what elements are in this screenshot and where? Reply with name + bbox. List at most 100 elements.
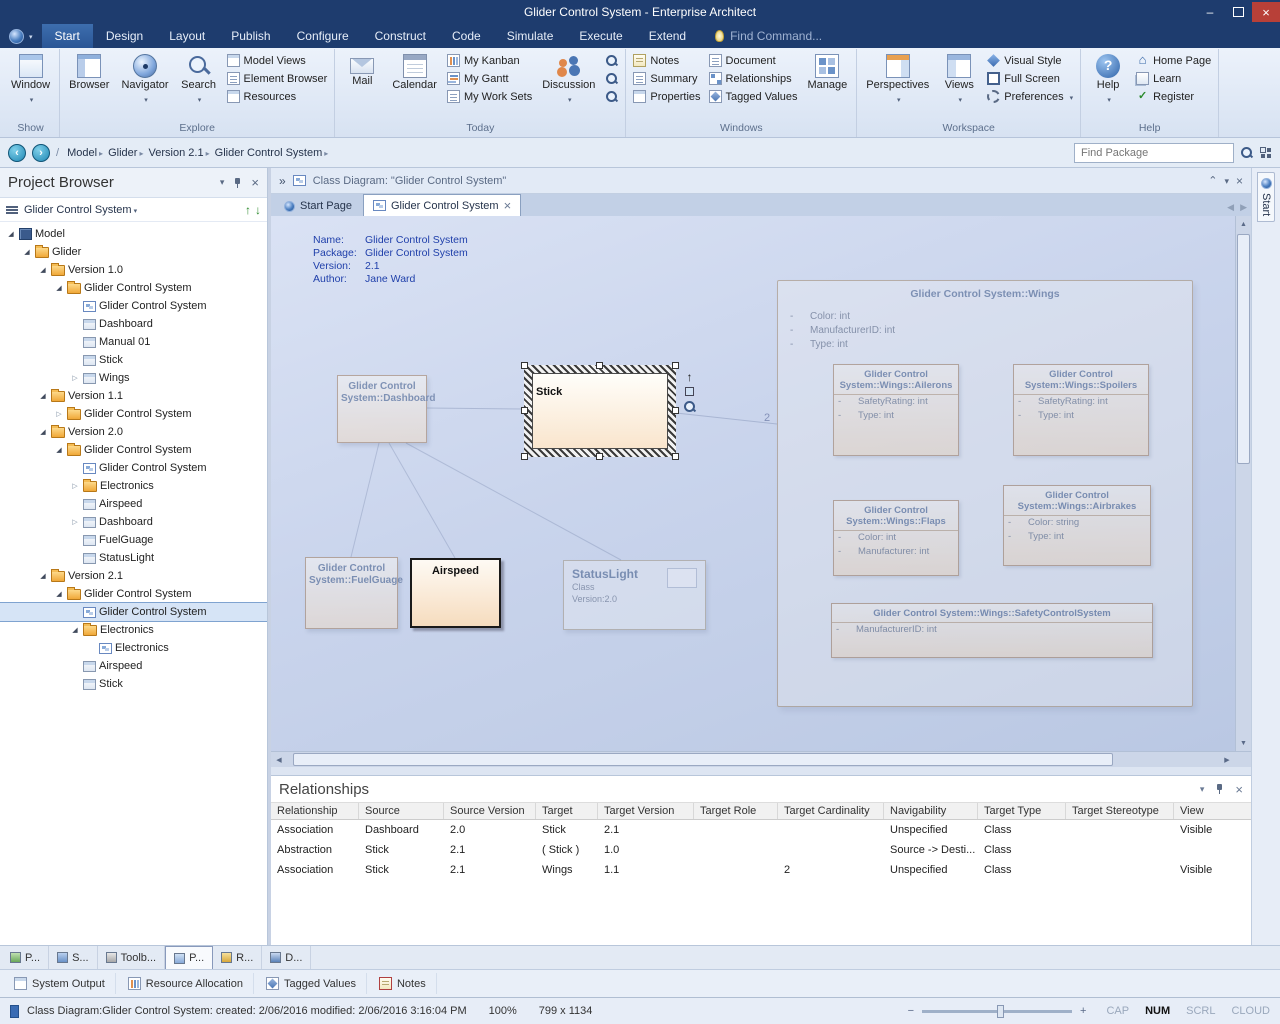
calendar-button[interactable]: Calendar [387,49,442,122]
document-button[interactable]: Document [706,53,801,68]
ea-logo-button[interactable] [0,24,42,48]
tree-expander[interactable] [70,518,80,526]
column-header[interactable]: View [1174,803,1251,819]
pin-icon[interactable] [232,177,243,189]
find-command[interactable]: Find Command... [715,24,822,48]
summary-button[interactable]: Summary [630,71,703,86]
find-package-input[interactable] [1074,143,1234,163]
resize-handle[interactable] [672,362,679,369]
tree-item-selected[interactable]: Glider Control System [0,603,267,621]
close-icon[interactable] [251,175,259,190]
ribbon-tab-extend[interactable]: Extend [636,24,699,48]
toggle-cap[interactable]: CAP [1106,1005,1129,1017]
window-button[interactable]: Window [6,49,55,122]
register-button[interactable]: Register [1133,89,1214,104]
tree-item[interactable]: Electronics [0,639,267,657]
resize-handle[interactable] [672,407,679,414]
element-properties-icon[interactable] [685,387,694,396]
tree-expander[interactable] [70,374,80,382]
dock-tab-active[interactable]: P... [165,946,213,969]
column-header[interactable]: Source Version [444,803,536,819]
class-dashboard[interactable]: Glider Control System::Dashboard [337,375,427,443]
tree-expander[interactable] [54,446,64,454]
column-header[interactable]: Target Role [694,803,778,819]
tree-item[interactable]: StatusLight [0,549,267,567]
breadcrumb-item-model[interactable]: Model [65,147,99,159]
zoom-out-icon[interactable] [904,1005,918,1017]
tree-expander[interactable] [38,392,48,400]
quicklinker-up-icon[interactable] [687,371,693,383]
ribbon-tab-publish[interactable]: Publish [218,24,283,48]
close-icon[interactable] [1236,174,1243,188]
tree-item[interactable]: Glider Control System [0,279,267,297]
chevron-down-icon[interactable] [1200,784,1205,795]
preferences-button[interactable]: Preferences [984,89,1076,104]
panel-splitter[interactable] [271,767,1251,775]
tree-item[interactable]: Version 2.1 [0,567,267,585]
ribbon-tab-execute[interactable]: Execute [566,24,635,48]
resize-handle[interactable] [596,453,603,460]
horizontal-scrollbar[interactable] [271,751,1251,767]
tree-item[interactable]: Stick [0,675,267,693]
collapse-icon[interactable] [1208,174,1217,187]
dock-tab[interactable]: D... [262,946,311,969]
tree-item[interactable]: FuelGuage [0,531,267,549]
minimize-button[interactable] [1196,2,1224,22]
toggle-num[interactable]: NUM [1145,1005,1170,1017]
tree-item[interactable]: Version 1.1 [0,387,267,405]
class-fuelguage[interactable]: Glider Control System::FuelGuage [305,557,398,629]
close-icon[interactable] [504,198,512,213]
class-flaps[interactable]: Glider Control System::Wings::Flaps Colo… [833,500,959,576]
notes-button[interactable]: Notes [630,53,703,68]
ribbon-tab-design[interactable]: Design [93,24,156,48]
tree-expander[interactable] [38,266,48,274]
object-statuslight[interactable]: StatusLight Class Version:2.0 [563,560,706,630]
tree-item[interactable]: Stick [0,351,267,369]
tab-glider-control-system[interactable]: Glider Control System [363,194,521,216]
scroll-up-icon[interactable] [1236,216,1252,232]
class-airspeed[interactable]: Airspeed [410,558,501,628]
scrollbar-thumb[interactable] [1237,234,1250,464]
home-page-button[interactable]: Home Page [1133,53,1214,68]
breadcrumb-item-gcs[interactable]: Glider Control System [213,147,325,159]
move-up-icon[interactable]: ↑ [245,203,251,217]
discussion-button[interactable]: Discussion [537,49,600,122]
tree-expander[interactable] [22,248,32,256]
tree-item[interactable]: Version 2.0 [0,423,267,441]
tree-expander[interactable] [54,590,64,598]
resize-handle[interactable] [596,362,603,369]
ribbon-tab-simulate[interactable]: Simulate [494,24,567,48]
ribbon-tab-code[interactable]: Code [439,24,494,48]
tab-scroll-left-icon[interactable] [1227,202,1234,213]
resize-handle[interactable] [521,407,528,414]
navigator-button[interactable]: Navigator [116,49,173,122]
tree-expander[interactable] [54,284,64,292]
manage-button[interactable]: Manage [803,49,853,122]
column-header[interactable]: Target Version [598,803,694,819]
tab-scroll-right-icon[interactable] [1240,202,1247,213]
views-button[interactable]: Views [936,49,982,122]
dock-tab[interactable]: R... [213,946,262,969]
table-row[interactable]: AssociationDashboard2.0Stick2.1Unspecifi… [271,820,1251,840]
tree-item[interactable]: Airspeed [0,495,267,513]
column-header[interactable]: Target Type [978,803,1066,819]
scrollbar-thumb[interactable] [293,753,1113,766]
ribbon-tab-configure[interactable]: Configure [284,24,362,48]
tree-item[interactable]: Glider [0,243,267,261]
class-safety-control-system[interactable]: Glider Control System::Wings::SafetyCont… [831,603,1153,658]
dock-tab-start[interactable]: Start [1257,172,1275,222]
zoom-slider[interactable] [922,1010,1072,1013]
column-header[interactable]: Target Cardinality [778,803,884,819]
search-small-button-3[interactable] [602,89,621,104]
resize-handle[interactable] [521,362,528,369]
element-browser-button[interactable]: Element Browser [224,71,331,86]
tab-system-output[interactable]: System Output [4,973,116,994]
model-views-button[interactable]: Model Views [224,53,331,68]
my-kanban-button[interactable]: My Kanban [444,53,535,68]
help-button[interactable]: Help [1085,49,1131,122]
tree-expander[interactable] [70,482,80,490]
mail-button[interactable]: Mail [339,49,385,122]
tab-resource-allocation[interactable]: Resource Allocation [118,973,254,994]
class-spoilers[interactable]: Glider Control System::Wings::Spoilers S… [1013,364,1149,456]
tree-item[interactable]: Electronics [0,477,267,495]
